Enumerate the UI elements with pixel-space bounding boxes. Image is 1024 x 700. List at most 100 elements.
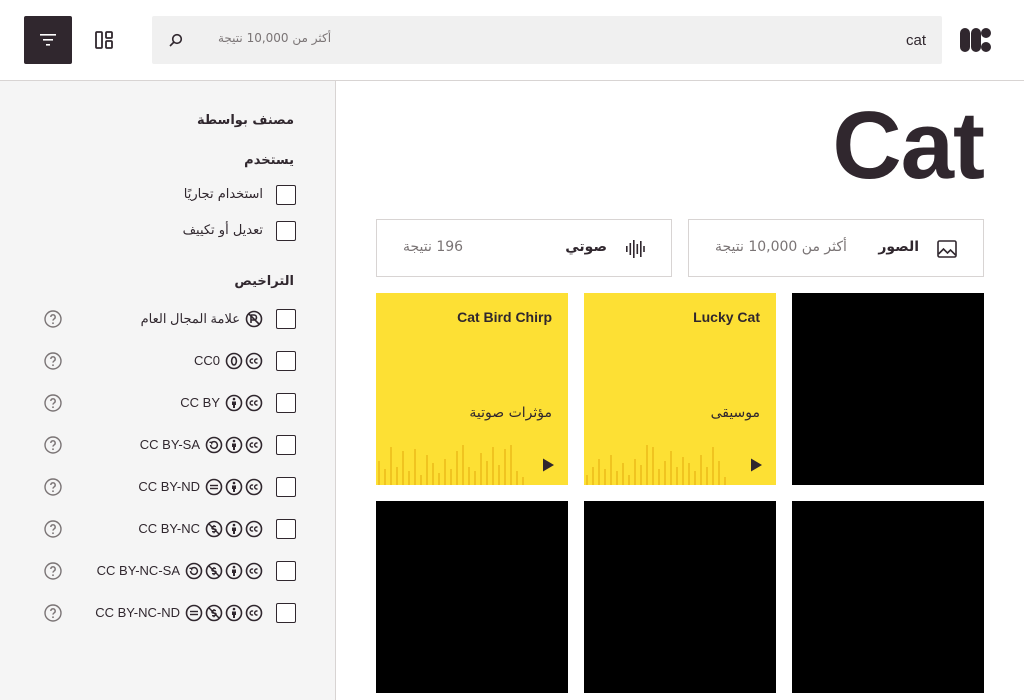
license-icons bbox=[225, 394, 263, 412]
use-heading: يستخدم bbox=[244, 153, 294, 168]
nd-icon bbox=[185, 604, 203, 622]
search-input[interactable] bbox=[626, 28, 926, 52]
license-icons bbox=[185, 604, 263, 622]
license-row-cc-by-nd[interactable]: CC BY-ND bbox=[0, 475, 336, 499]
license-icons bbox=[245, 310, 263, 328]
audio-category: موسيقى bbox=[710, 405, 760, 421]
sa-icon bbox=[205, 436, 223, 454]
pd-icon bbox=[245, 310, 263, 328]
search-result-count: أكثر من 10,000 نتيجة bbox=[218, 31, 332, 45]
waveform bbox=[586, 445, 726, 485]
filter-label: تعديل أو تكييف bbox=[182, 223, 263, 238]
license-row-cc0[interactable]: CC0 bbox=[0, 349, 336, 373]
image-result-tile[interactable] bbox=[584, 501, 776, 693]
image-icon bbox=[937, 240, 957, 258]
image-result-tile[interactable] bbox=[792, 501, 984, 693]
license-row-cc-by-nc-sa[interactable]: CC BY-NC-SA bbox=[0, 559, 336, 583]
cc-icon bbox=[245, 520, 263, 538]
image-result-tile[interactable] bbox=[792, 293, 984, 485]
license-label: CC BY-NC-SA bbox=[96, 563, 180, 578]
license-label: CC BY-NC bbox=[138, 521, 200, 536]
license-row-pdm[interactable]: علامة المجال العام bbox=[0, 307, 336, 331]
help-icon[interactable] bbox=[44, 604, 62, 622]
license-checkbox[interactable] bbox=[276, 519, 296, 539]
license-icons bbox=[205, 436, 263, 454]
audio-results-card[interactable]: صوتي 196 نتيجة bbox=[376, 219, 672, 277]
nc-icon bbox=[205, 562, 223, 580]
license-icons bbox=[205, 520, 263, 538]
license-heading: التراخيص bbox=[234, 274, 294, 289]
by-icon bbox=[225, 478, 243, 496]
help-icon[interactable] bbox=[44, 562, 62, 580]
license-icons bbox=[205, 478, 263, 496]
filter-icon bbox=[40, 34, 56, 46]
by-icon bbox=[225, 394, 243, 412]
filter-modification[interactable]: تعديل أو تكييف bbox=[0, 219, 336, 243]
audio-wave-icon bbox=[626, 240, 645, 258]
type-count: أكثر من 10,000 نتيجة bbox=[715, 239, 847, 255]
by-icon bbox=[225, 562, 243, 580]
help-icon[interactable] bbox=[44, 478, 62, 496]
filter-button[interactable] bbox=[24, 16, 72, 64]
license-checkbox[interactable] bbox=[276, 309, 296, 329]
license-checkbox[interactable] bbox=[276, 393, 296, 413]
license-icons bbox=[225, 352, 263, 370]
filter-label: استخدام تجاريًا bbox=[183, 187, 263, 202]
help-icon[interactable] bbox=[44, 352, 62, 370]
page-title: Cat bbox=[832, 92, 985, 199]
help-icon[interactable] bbox=[44, 394, 62, 412]
license-row-cc-by[interactable]: CC BY bbox=[0, 391, 336, 415]
license-label: علامة المجال العام bbox=[140, 311, 240, 326]
sa-icon bbox=[185, 562, 203, 580]
license-icons bbox=[185, 562, 263, 580]
commercial-checkbox[interactable] bbox=[276, 185, 296, 205]
search-icon bbox=[169, 33, 183, 47]
nc-icon bbox=[205, 604, 223, 622]
sort-heading: مصنف بواسطة bbox=[197, 113, 294, 128]
license-row-cc-by-nc[interactable]: CC BY-NC bbox=[0, 517, 336, 541]
audio-category: مؤثرات صوتية bbox=[469, 405, 552, 421]
license-checkbox[interactable] bbox=[276, 561, 296, 581]
nc-icon bbox=[205, 520, 223, 538]
type-label: صوتي bbox=[565, 239, 607, 255]
cc-icon bbox=[245, 562, 263, 580]
search-bar: أكثر من 10,000 نتيجة bbox=[152, 16, 942, 64]
help-icon[interactable] bbox=[44, 436, 62, 454]
by-icon bbox=[225, 604, 243, 622]
play-icon[interactable] bbox=[748, 457, 764, 473]
type-label: الصور bbox=[878, 239, 919, 255]
license-checkbox[interactable] bbox=[276, 477, 296, 497]
audio-result-tile[interactable]: Cat Bird Chirp مؤثرات صوتية bbox=[376, 293, 568, 485]
filter-commercial[interactable]: استخدام تجاريًا bbox=[0, 183, 336, 207]
nd-icon bbox=[205, 478, 223, 496]
images-results-card[interactable]: الصور أكثر من 10,000 نتيجة bbox=[688, 219, 984, 277]
zero-icon bbox=[225, 352, 243, 370]
license-label: CC BY bbox=[180, 395, 220, 410]
license-label: CC BY-NC-ND bbox=[95, 605, 180, 620]
license-checkbox[interactable] bbox=[276, 351, 296, 371]
play-icon[interactable] bbox=[540, 457, 556, 473]
by-icon bbox=[225, 520, 243, 538]
modification-checkbox[interactable] bbox=[276, 221, 296, 241]
cc-icon bbox=[245, 394, 263, 412]
type-count: 196 نتيجة bbox=[403, 239, 464, 255]
filter-sidebar: مصنف بواسطة يستخدم استخدام تجاريًا تعديل… bbox=[0, 81, 336, 700]
search-results: Cat الصور أكثر من 10,000 نتيجة صوتي 196 … bbox=[336, 81, 1024, 700]
audio-title: Lucky Cat bbox=[693, 309, 760, 325]
openverse-logo-icon[interactable] bbox=[960, 24, 992, 56]
license-checkbox[interactable] bbox=[276, 603, 296, 623]
cc-icon bbox=[245, 436, 263, 454]
help-icon[interactable] bbox=[44, 310, 62, 328]
license-row-cc-by-sa[interactable]: CC BY-SA bbox=[0, 433, 336, 457]
audio-result-tile[interactable]: Lucky Cat موسيقى bbox=[584, 293, 776, 485]
license-row-cc-by-nc-nd[interactable]: CC BY-NC-ND bbox=[0, 601, 336, 625]
cc-icon bbox=[245, 352, 263, 370]
license-checkbox[interactable] bbox=[276, 435, 296, 455]
help-icon[interactable] bbox=[44, 520, 62, 538]
cc-icon bbox=[245, 478, 263, 496]
audio-title: Cat Bird Chirp bbox=[457, 309, 552, 325]
layout-icon bbox=[95, 31, 113, 49]
image-result-tile[interactable] bbox=[376, 501, 568, 693]
search-button[interactable] bbox=[152, 16, 200, 64]
layout-toggle-button[interactable] bbox=[84, 16, 124, 64]
